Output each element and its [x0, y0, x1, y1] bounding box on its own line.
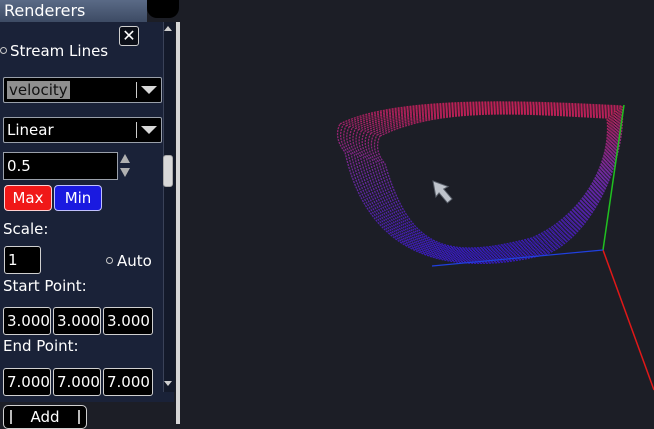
chevron-down-icon [141, 86, 157, 94]
x-axis-red [602, 249, 654, 391]
start-point-label: Start Point: [3, 277, 87, 295]
interpolation-dropdown[interactable]: Linear [3, 117, 162, 143]
interpolation-dropdown-value: Linear [7, 121, 54, 139]
end-point-z[interactable]: 7.000 [103, 368, 153, 396]
add-button[interactable]: Add [3, 405, 87, 429]
scrollbar-thumb[interactable] [163, 155, 173, 187]
auto-label: Auto [117, 252, 152, 270]
start-point-x[interactable]: 3.000 [3, 307, 51, 335]
end-point-y[interactable]: 7.000 [53, 368, 101, 396]
stream-lines-radio[interactable] [0, 47, 7, 54]
spin-down-icon[interactable] [120, 168, 130, 177]
stream-lines-label: Stream Lines [10, 42, 109, 60]
streamlines-bundle [336, 101, 624, 265]
button-edge [10, 410, 12, 424]
panel-scrollbar[interactable] [163, 22, 175, 392]
auto-radio[interactable] [106, 257, 113, 264]
chevron-down-icon [141, 126, 157, 134]
add-button-label: Add [30, 408, 60, 426]
scroll-up-icon[interactable] [164, 26, 172, 31]
panel-title: Renderers [0, 0, 147, 22]
scale-label: Scale: [3, 220, 49, 238]
scale-input[interactable]: 1 [4, 246, 41, 274]
close-button[interactable]: ✕ [119, 26, 139, 46]
field-dropdown[interactable]: velocity [3, 77, 162, 103]
streamline [370, 111, 611, 251]
start-point-y[interactable]: 3.000 [53, 307, 101, 335]
min-button[interactable]: Min [54, 185, 102, 211]
end-point-label: End Point: [3, 337, 79, 355]
max-button[interactable]: Max [4, 185, 52, 211]
value-spinner[interactable] [119, 152, 131, 180]
arrow-cursor-icon [432, 180, 453, 204]
streamline [349, 104, 619, 260]
button-edge [78, 410, 80, 424]
spin-up-icon[interactable] [120, 154, 130, 163]
end-point-x[interactable]: 7.000 [3, 368, 51, 396]
dropdown-separator [136, 122, 137, 138]
close-icon: ✕ [122, 26, 136, 45]
value-input[interactable]: 0.5 [3, 152, 118, 180]
panel-collapse-tab[interactable] [147, 0, 179, 18]
scroll-down-icon[interactable] [164, 381, 172, 386]
start-point-z[interactable]: 3.000 [103, 307, 153, 335]
field-dropdown-value: velocity [7, 81, 70, 99]
dropdown-separator [136, 82, 137, 98]
panel-border [176, 22, 180, 424]
